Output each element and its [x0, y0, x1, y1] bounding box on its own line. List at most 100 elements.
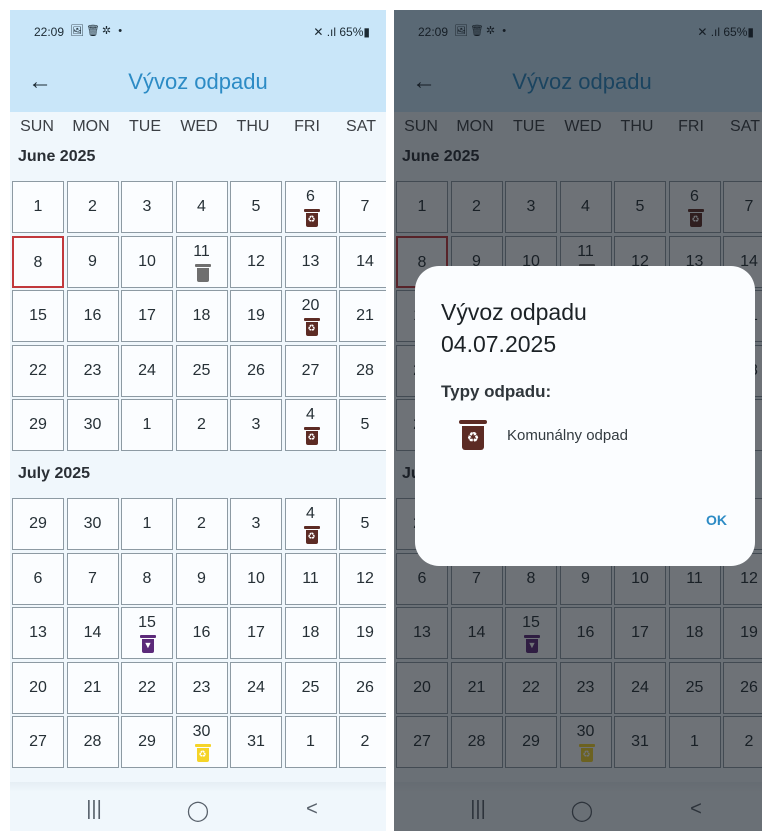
day-cell[interactable]: 3 [121, 181, 173, 233]
day-cell[interactable]: 13 [12, 607, 64, 659]
dialog-title-line: Vývoz odpadu [441, 299, 587, 325]
day-cell[interactable]: 7 [66, 552, 119, 605]
day-number: 15 [29, 307, 47, 324]
day-cell[interactable]: 19 [230, 290, 282, 342]
day-number: 8 [33, 253, 43, 271]
day-cell[interactable]: 27 [284, 344, 337, 397]
day-cell[interactable]: 30 [66, 399, 119, 451]
day-number: 23 [83, 361, 102, 379]
day-cell[interactable]: 10 [230, 552, 282, 605]
day-cell[interactable]: 15 [12, 290, 64, 342]
day-cell[interactable]: 3 [230, 498, 282, 550]
day-cell[interactable]: 5 [339, 399, 386, 451]
bin-lid [303, 318, 320, 321]
day-cell[interactable]: 1 [121, 498, 173, 550]
day-number: 4 [306, 406, 315, 423]
day-cell[interactable]: 4♻ [284, 399, 337, 451]
day-cell[interactable]: 5 [339, 498, 386, 550]
day-cell[interactable]: 29 [12, 399, 64, 451]
day-cell[interactable]: 5 [230, 181, 282, 233]
day-cell[interactable]: 20 [12, 661, 64, 714]
day-cell[interactable]: 23 [175, 661, 228, 714]
day-number: 16 [192, 624, 211, 641]
day-cell[interactable]: 1 [284, 716, 337, 768]
day-cell[interactable]: 15 ▼ [121, 607, 173, 659]
day-cell[interactable]: 18 [284, 607, 337, 659]
day-cell[interactable]: 20 ♻ [284, 290, 337, 342]
day-cell[interactable]: 7 [339, 181, 386, 233]
day-cell[interactable]: 12 [230, 235, 282, 288]
day-cell[interactable]: 23 [66, 344, 119, 397]
day-cell[interactable]: 30 ♻ [175, 716, 228, 768]
day-cell[interactable]: 8 [121, 552, 173, 605]
day-cell[interactable]: 2 [66, 181, 119, 233]
day-cell[interactable]: 4♻ [284, 498, 337, 550]
day-cell[interactable]: 1 [121, 399, 173, 451]
day-cell[interactable]: 16 [66, 290, 119, 342]
day-cell[interactable]: 21 [339, 290, 386, 342]
municipal-waste-bin-icon: ♻ [459, 420, 487, 450]
day-cell[interactable]: 2 [339, 716, 386, 768]
day-cell[interactable]: 19 [339, 607, 386, 659]
day-cell[interactable]: 12 [339, 552, 386, 605]
day-cell[interactable]: 14 [66, 607, 119, 659]
day-cell[interactable]: 8 [12, 235, 64, 288]
day-number: 2 [197, 416, 206, 433]
day-number: 24 [138, 361, 156, 379]
day-cell[interactable]: 28 [66, 716, 119, 768]
day-cell[interactable]: 29 [12, 498, 64, 550]
weekday-label: FRI [294, 118, 320, 135]
day-cell[interactable]: 9 [175, 552, 228, 605]
weekday-label: THU [236, 118, 270, 135]
day-cell[interactable]: 11 [284, 552, 337, 605]
waste-bin-icon: ♻ [194, 744, 211, 762]
day-cell[interactable]: 13 [284, 235, 337, 288]
system-back-button[interactable]: < [292, 798, 332, 821]
day-cell[interactable]: 3 [230, 399, 282, 451]
day-number: 30 [192, 723, 211, 740]
day-cell[interactable]: 29 [121, 716, 173, 768]
day-cell[interactable]: 11 [175, 235, 228, 288]
day-cell[interactable]: 10 [121, 235, 173, 288]
home-button[interactable]: ◯ [178, 798, 218, 823]
day-cell[interactable]: 25 [284, 661, 337, 714]
day-cell[interactable]: 28 [339, 344, 386, 397]
day-number: 4 [197, 198, 206, 215]
status-icons: 🖼🗑✲ • [70, 25, 125, 37]
day-cell[interactable]: 6♻ [284, 181, 337, 233]
day-cell[interactable]: 16 [175, 607, 228, 659]
day-cell[interactable]: 17 [121, 290, 173, 342]
recycle-icon: ▼ [143, 640, 153, 650]
bin-lid [140, 635, 156, 638]
day-cell[interactable]: 24 [121, 344, 173, 397]
day-number: 22 [29, 361, 47, 379]
day-cell[interactable]: 30 [66, 498, 119, 550]
day-cell[interactable]: 6 [12, 552, 64, 605]
day-cell[interactable]: 27 [12, 716, 64, 768]
waste-bin-icon [194, 263, 211, 282]
day-cell[interactable]: 2 [175, 399, 228, 451]
day-cell[interactable]: 17 [230, 607, 282, 659]
status-bar: 22:09 🖼🗑✲ • ✕ .ıl 65%▮ [10, 10, 386, 52]
day-number: 3 [251, 515, 261, 532]
day-cell[interactable]: 1 [12, 181, 64, 233]
ok-button[interactable]: OK [706, 512, 727, 528]
day-cell[interactable]: 26 [230, 344, 282, 397]
day-cell[interactable]: 26 [339, 661, 386, 714]
day-cell[interactable]: 24 [230, 661, 282, 714]
day-cell[interactable]: 22 [121, 661, 173, 714]
recents-button[interactable]: ||| [74, 798, 114, 821]
day-cell[interactable]: 14 [339, 235, 386, 288]
day-number: 26 [247, 361, 265, 379]
day-cell[interactable]: 31 [230, 716, 282, 768]
bin-lid [194, 744, 211, 747]
day-cell[interactable]: 22 [12, 344, 64, 397]
day-cell[interactable]: 2 [175, 498, 228, 550]
day-number: 12 [247, 252, 265, 270]
day-cell[interactable]: 25 [175, 344, 228, 397]
day-cell[interactable]: 9 [66, 235, 119, 288]
day-cell[interactable]: 21 [66, 661, 119, 714]
day-cell[interactable]: 4 [175, 181, 228, 233]
recycle-icon: ♻ [307, 323, 316, 333]
day-cell[interactable]: 18 [175, 290, 228, 342]
